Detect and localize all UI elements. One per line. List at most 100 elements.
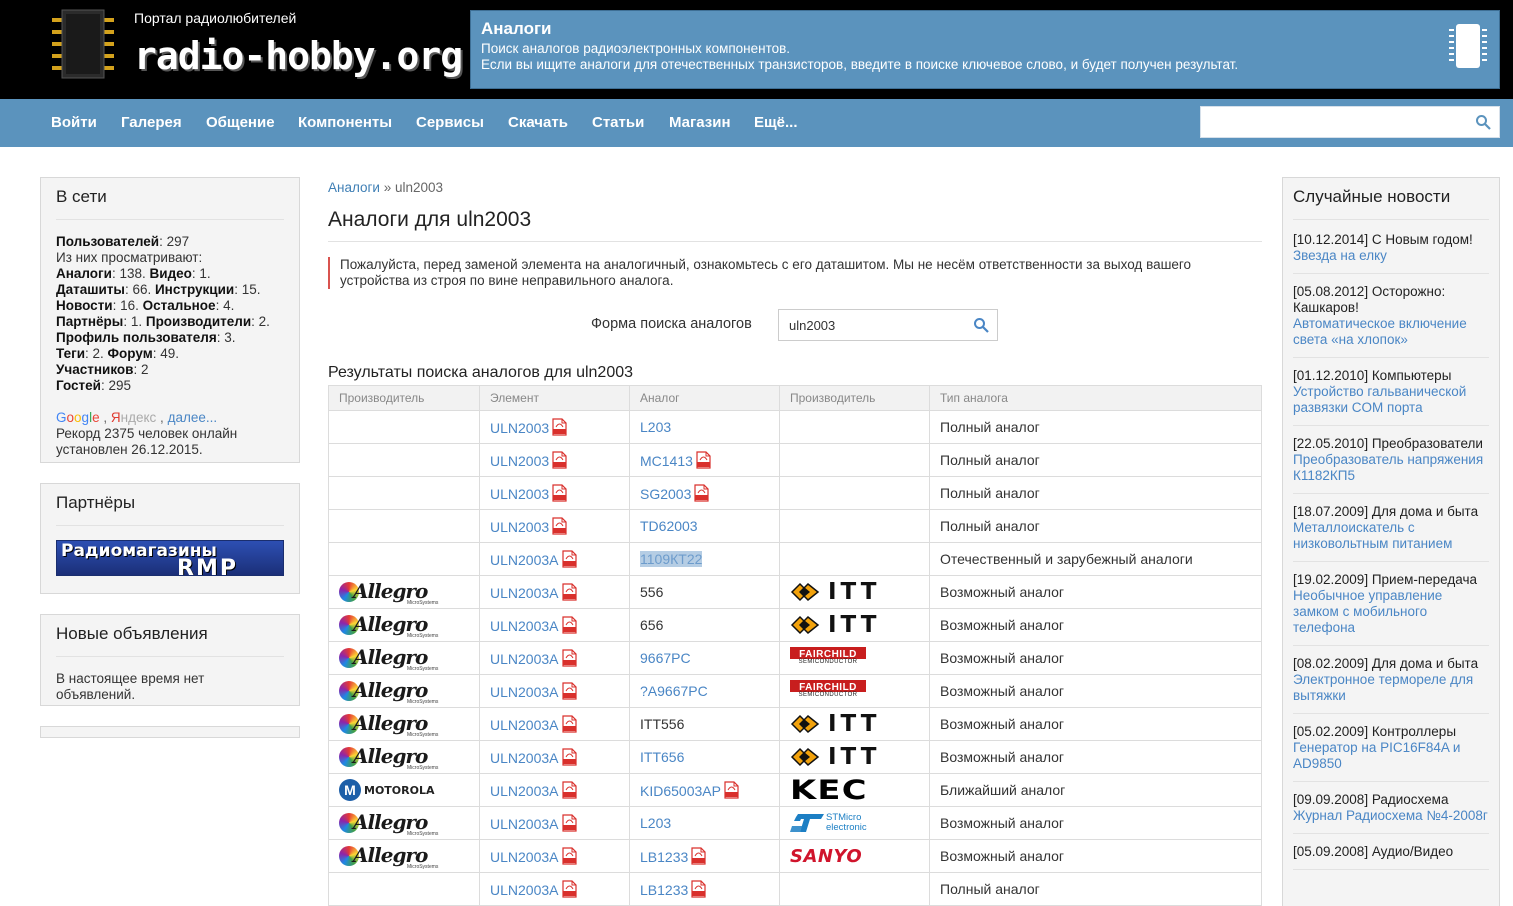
analog-link[interactable]: L203 [640, 815, 671, 831]
pdf-icon[interactable] [561, 880, 577, 898]
pdf-icon[interactable] [561, 781, 577, 799]
element-link[interactable]: ULN2003A [490, 816, 559, 832]
nav-more[interactable]: Ещё... [754, 114, 798, 131]
nav-login[interactable]: Войти [51, 114, 97, 131]
site-search-input[interactable] [1201, 107, 1461, 137]
news-link[interactable]: Необычное управление замком с мобильного… [1293, 588, 1442, 635]
element-link[interactable]: ULN2003 [490, 420, 549, 436]
pdf-icon[interactable] [561, 550, 577, 568]
element-link[interactable]: ULN2003A [490, 684, 559, 700]
element-link[interactable]: ULN2003A [490, 882, 559, 898]
analog-link[interactable]: 1109КТ22 [640, 551, 703, 567]
nav-gallery[interactable]: Галерея [121, 114, 182, 131]
pdf-icon[interactable] [561, 583, 577, 601]
nav-shop[interactable]: Магазин [669, 114, 731, 131]
pdf-icon[interactable] [561, 649, 577, 667]
nav-articles[interactable]: Статьи [592, 114, 644, 131]
allegro-logo[interactable]: Allegro MicroSystems [339, 843, 438, 870]
news-link[interactable]: Звезда на елку [1293, 248, 1387, 263]
pdf-icon[interactable] [694, 484, 709, 502]
allegro-logo[interactable]: Allegro MicroSystems [339, 579, 438, 606]
fairchild-logo[interactable]: FAIRCHILD SEMICONDUCTOR [790, 647, 866, 669]
element-link[interactable]: ULN2003A [490, 618, 559, 634]
news-link[interactable]: Электронное термореле для вытяжки [1293, 672, 1473, 703]
search-icon[interactable] [973, 317, 989, 333]
pdf-icon[interactable] [552, 484, 567, 502]
kec-logo[interactable]: KEC [790, 775, 868, 806]
analog-name: 656 [640, 617, 664, 633]
chip-logo-icon[interactable] [48, 6, 118, 86]
analog-link[interactable]: SG2003 [640, 486, 691, 502]
allegro-logo[interactable]: Allegro MicroSystems [339, 612, 438, 639]
empty-panel [40, 726, 300, 738]
element-link[interactable]: ULN2003A [490, 552, 559, 568]
allegro-logo[interactable]: Allegro MicroSystems [339, 678, 438, 705]
search-icon[interactable] [1475, 114, 1491, 130]
fairchild-logo[interactable]: FAIRCHILD SEMICONDUCTOR [790, 680, 866, 702]
element-link[interactable]: ULN2003A [490, 585, 559, 601]
pdf-icon[interactable] [561, 814, 577, 832]
analog-link[interactable]: KID65003AP [640, 783, 721, 799]
analog-link[interactable]: ?A9667PC [640, 683, 708, 699]
pdf-icon[interactable] [561, 682, 577, 700]
google-bot-link[interactable]: Google [56, 410, 100, 425]
element-link[interactable]: ULN2003 [490, 453, 549, 469]
site-logo-text[interactable]: radio-hobby.org [134, 34, 463, 78]
nav-download[interactable]: Скачать [508, 114, 568, 131]
analog-link[interactable]: TD62003 [640, 518, 698, 534]
analog-link[interactable]: MC1413 [640, 453, 693, 469]
sanyo-logo[interactable]: SANYO [790, 846, 862, 867]
pdf-icon[interactable] [561, 715, 577, 733]
stat-value: : 15. [234, 282, 261, 297]
st-logo[interactable]: STMicro electronic [790, 812, 867, 834]
element-link[interactable]: ULN2003A [490, 717, 559, 733]
pdf-icon[interactable] [561, 748, 577, 766]
pdf-icon[interactable] [561, 847, 577, 865]
itt-logo[interactable]: ITT [790, 744, 880, 770]
pdf-icon[interactable] [724, 781, 739, 799]
pdf-icon[interactable] [552, 517, 567, 535]
itt-mark-icon [790, 714, 820, 734]
pdf-icon[interactable] [691, 847, 706, 865]
analog-link[interactable]: ITT656 [640, 749, 684, 765]
itt-logo[interactable]: ITT [790, 579, 880, 605]
allegro-logo[interactable]: Allegro MicroSystems [339, 810, 438, 837]
pdf-icon[interactable] [552, 451, 567, 469]
allegro-logo[interactable]: Allegro MicroSystems [339, 711, 438, 738]
element-link[interactable]: ULN2003A [490, 783, 559, 799]
analog-link[interactable]: LB1233 [640, 882, 688, 898]
analog-link[interactable]: L203 [640, 419, 671, 435]
news-link[interactable]: Преобразователь напряжения К1182КП5 [1293, 452, 1483, 483]
element-link[interactable]: ULN2003A [490, 750, 559, 766]
partner-banner[interactable]: Радиомагазины RMP [56, 540, 284, 576]
more-bots-link[interactable]: далее... [168, 410, 218, 425]
itt-logo[interactable]: ITT [790, 612, 880, 638]
analog-link[interactable]: 9667PC [640, 650, 691, 666]
itt-logo[interactable]: ITT [790, 711, 880, 737]
news-link[interactable]: Металлоискатель с низковольтным питанием [1293, 520, 1452, 551]
element-link[interactable]: ULN2003A [490, 849, 559, 865]
analog-search-input[interactable] [779, 310, 964, 340]
pdf-icon[interactable] [696, 451, 711, 469]
nav-services[interactable]: Сервисы [416, 114, 484, 131]
nav-components[interactable]: Компоненты [298, 114, 392, 131]
allegro-logo[interactable]: Allegro MicroSystems [339, 744, 438, 771]
pdf-icon[interactable] [691, 880, 706, 898]
pdf-icon[interactable] [561, 616, 577, 634]
breadcrumb-link-analogs[interactable]: Аналоги [328, 180, 380, 195]
pdf-icon[interactable] [552, 418, 567, 436]
news-link[interactable]: Автоматическое включение света «на хлопо… [1293, 316, 1467, 347]
news-link[interactable]: Устройство гальванической развязки COM п… [1293, 384, 1466, 415]
element-link[interactable]: ULN2003A [490, 651, 559, 667]
news-meta: [19.02.2009] Прием-передача [1293, 572, 1478, 587]
news-link[interactable]: Генератор на PIC16F84A и AD9850 [1293, 740, 1460, 771]
element-cell: ULN2003A [479, 707, 630, 741]
motorola-logo[interactable]: M MOTOROLA [339, 779, 435, 801]
allegro-logo[interactable]: Allegro MicroSystems [339, 645, 438, 672]
nav-community[interactable]: Общение [206, 114, 275, 131]
analog-link[interactable]: LB1233 [640, 849, 688, 865]
yandex-bot-link[interactable]: Яндекс [111, 410, 156, 425]
element-link[interactable]: ULN2003 [490, 519, 549, 535]
element-link[interactable]: ULN2003 [490, 486, 549, 502]
news-link[interactable]: Журнал Радиосхема №4-2008г [1293, 808, 1488, 823]
